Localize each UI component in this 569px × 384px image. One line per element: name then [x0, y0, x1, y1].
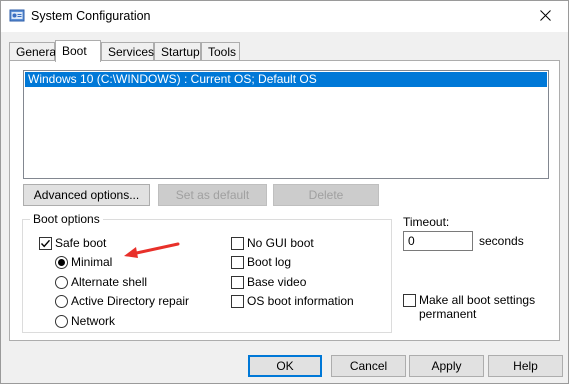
tab-general[interactable]: General [9, 42, 59, 61]
make-permanent-checkbox[interactable]: Make all boot settings permanent [403, 293, 535, 321]
make-permanent-label-line2: permanent [419, 307, 477, 321]
timeout-label: Timeout: [403, 215, 450, 229]
make-permanent-label-line1: Make all boot settings [419, 293, 536, 307]
close-icon [540, 9, 551, 24]
advanced-options-button[interactable]: Advanced options... [23, 184, 150, 206]
timeout-input[interactable]: 0 [403, 231, 473, 251]
tab-services[interactable]: Services [101, 42, 154, 61]
radio-icon [55, 294, 68, 308]
checkbox-checked-icon [39, 236, 52, 250]
alternate-shell-label: Alternate shell [71, 275, 148, 289]
close-button[interactable] [523, 1, 568, 32]
cancel-button[interactable]: Cancel [331, 355, 406, 377]
tab-label: Services [108, 45, 155, 59]
title-bar[interactable]: System Configuration [1, 1, 568, 32]
system-configuration-window: System Configuration General Boot Servic… [0, 0, 569, 384]
boot-log-checkbox[interactable]: Boot log [231, 255, 291, 269]
os-boot-information-checkbox[interactable]: OS boot information [231, 294, 354, 308]
timeout-unit-label: seconds [479, 234, 524, 248]
checkbox-icon [231, 255, 244, 269]
network-label: Network [71, 314, 116, 328]
tab-label: Boot [62, 44, 87, 58]
base-video-checkbox[interactable]: Base video [231, 275, 306, 289]
os-list[interactable]: Windows 10 (C:\WINDOWS) : Current OS; De… [23, 70, 549, 179]
checkbox-icon [403, 294, 416, 307]
tab-startup[interactable]: Startup [154, 42, 201, 61]
minimal-label: Minimal [71, 255, 113, 269]
set-as-default-button[interactable]: Set as default [158, 184, 267, 206]
no-gui-boot-checkbox[interactable]: No GUI boot [231, 236, 314, 250]
network-radio[interactable]: Network [55, 314, 115, 328]
active-directory-repair-label: Active Directory repair [71, 294, 190, 308]
red-arrow-icon [124, 242, 180, 258]
apply-button[interactable]: Apply [409, 355, 484, 377]
boot-options-group: Boot options Safe boot Minimal Alternate… [22, 212, 392, 333]
ok-button[interactable]: OK [248, 355, 322, 377]
radio-icon [55, 314, 68, 328]
os-boot-information-label: OS boot information [247, 294, 354, 308]
safe-boot-label: Safe boot [55, 236, 107, 250]
active-directory-repair-radio[interactable]: Active Directory repair [55, 294, 189, 308]
checkbox-icon [231, 275, 244, 289]
boot-log-label: Boot log [247, 255, 292, 269]
checkbox-icon [231, 236, 244, 250]
safe-boot-checkbox[interactable]: Safe boot [39, 236, 106, 250]
minimal-radio[interactable]: Minimal [55, 255, 112, 269]
delete-button[interactable]: Delete [273, 184, 379, 206]
boot-options-label: Boot options [30, 212, 103, 226]
os-list-item[interactable]: Windows 10 (C:\WINDOWS) : Current OS; De… [25, 72, 547, 87]
checkbox-icon [231, 294, 244, 308]
tab-label: Tools [208, 45, 237, 59]
boot-tab-panel: Windows 10 (C:\WINDOWS) : Current OS; De… [9, 60, 560, 341]
tab-label: General [16, 45, 59, 59]
msconfig-icon [9, 8, 25, 24]
radio-selected-icon [55, 255, 68, 269]
radio-icon [55, 275, 68, 289]
no-gui-boot-label: No GUI boot [247, 236, 314, 250]
alternate-shell-radio[interactable]: Alternate shell [55, 275, 147, 289]
help-button[interactable]: Help [488, 355, 563, 377]
make-permanent-label: Make all boot settings permanent [419, 293, 535, 321]
window-title: System Configuration [31, 9, 151, 23]
base-video-label: Base video [247, 275, 307, 289]
tab-boot[interactable]: Boot [55, 40, 101, 62]
tab-tools[interactable]: Tools [201, 42, 240, 61]
tab-label: Startup [161, 45, 200, 59]
